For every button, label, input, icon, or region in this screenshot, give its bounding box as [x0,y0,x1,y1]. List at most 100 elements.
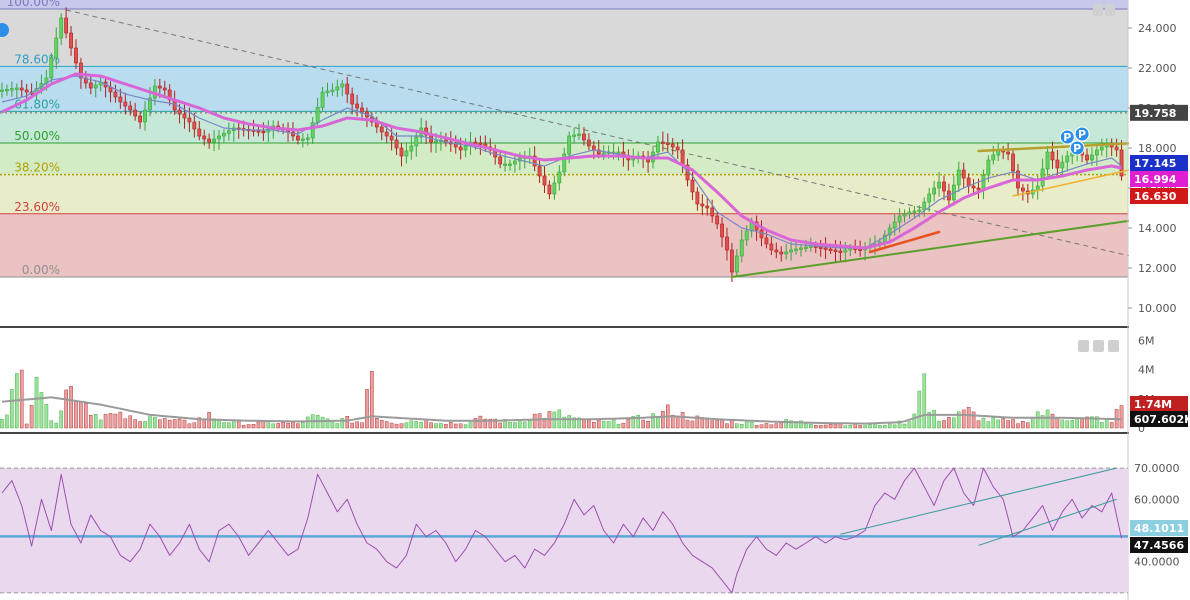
volume-bar-down [113,413,118,429]
volume-bar-down [774,423,779,429]
candle-up [656,141,660,153]
candle-down [64,17,69,34]
candle-down [680,149,685,166]
candle-up [912,210,917,213]
volume-bar-down [690,420,695,429]
candle-up [557,171,562,184]
volume-bar-up [98,419,103,429]
candle-up [300,138,305,141]
volume-bar-up [892,424,897,429]
candle-up [1094,149,1099,156]
price-tick-label: 14.000 [1138,222,1177,235]
pin-icon[interactable] [1093,4,1103,16]
candle-down [118,96,123,103]
volume-bar-down [592,421,596,429]
volume-bar-down [587,419,591,429]
volume-bar-down [261,420,266,429]
pivot-marker-label: P [1078,128,1086,141]
volume-bar-down [350,422,354,429]
candle-up [330,89,335,92]
volume-bar-down [123,418,128,429]
candle-down [858,248,863,251]
candle-down [123,101,128,107]
volume-bar-down [355,421,359,429]
candle-up [601,152,606,155]
volume-bar-up [1100,422,1104,429]
volume-bar-down [281,421,285,429]
volume-bar-up [611,419,616,429]
fib-band [0,9,1128,67]
volume-bar-down [715,420,719,429]
volume-bar-down [379,420,384,429]
rsi-band [0,468,1128,593]
volume-bar-up [340,418,345,429]
volume-bar-down [641,419,645,429]
candle-up [335,86,340,91]
volume-bar-down [133,419,137,429]
volume-bar-up [907,421,912,429]
volume-bar-up [606,421,611,429]
volume-bar-down [24,423,29,429]
candle-down [453,143,458,148]
volume-bar-up [616,423,621,429]
volume-bar-down [202,418,207,429]
settings-icon[interactable] [1093,340,1104,352]
candle-down [24,89,29,93]
candle-up [404,150,409,157]
price-tag: 16.994 [1134,173,1177,186]
candle-down [360,107,364,113]
volume-bar-down [720,419,724,429]
candle-up [567,135,572,155]
volume-bar-up [522,421,527,429]
volume-bar-up [409,420,414,429]
price-tick-label: 18.000 [1138,142,1177,155]
candle-up [927,193,932,203]
candle-down [261,131,266,134]
volume-bar-down [429,422,433,429]
settings-icon[interactable] [1105,4,1115,16]
candle-up [897,215,902,223]
candle-down [74,47,78,64]
volume-bar-up [1060,419,1065,429]
candle-up [315,107,320,123]
candle-down [715,215,720,225]
volume-bar-up [508,422,512,429]
close-icon[interactable] [1108,340,1119,352]
volume-bar-down [172,419,177,429]
volume-bar-down [675,415,680,429]
volume-bar-down [399,423,404,429]
volume-bar-down [725,423,729,429]
candle-up [981,174,986,191]
volume-bar-down [764,423,769,429]
candle-up [513,160,517,165]
candle-down [670,143,675,148]
candle-up [409,145,414,152]
volume-bar-down [384,421,389,429]
candle-down [138,115,142,123]
volume-bar-up [883,425,887,429]
price-tick-label: 22.000 [1138,62,1177,75]
volume-bar-up [217,419,221,429]
volume-bar-up [54,422,59,429]
fib-label: 23.60% [14,200,60,214]
volume-bar-down [291,422,295,429]
candle-down [192,121,197,130]
volume-bar-up [863,425,867,429]
eye-icon[interactable] [1078,340,1089,352]
candle-down [730,249,734,273]
volume-bar-up [305,416,310,429]
volume-bar-down [389,422,394,429]
volume-bar-up [804,423,808,429]
volume-bar-down [532,413,537,429]
chart-canvas[interactable]: 100.00%78.60%61.80%50.00%38.20%23.60%0.0… [0,0,1190,600]
volume-bar-up [1030,417,1035,429]
volume-bar-up [414,421,419,429]
volume-bar-down [1080,417,1084,429]
candle-up [1035,185,1040,191]
volume-bar-down [1016,423,1020,429]
candle-down [478,142,483,145]
volume-bar-down [118,411,123,429]
candle-up [1065,155,1070,163]
volume-bar-down [976,420,981,429]
volume-bar-down [453,423,458,429]
